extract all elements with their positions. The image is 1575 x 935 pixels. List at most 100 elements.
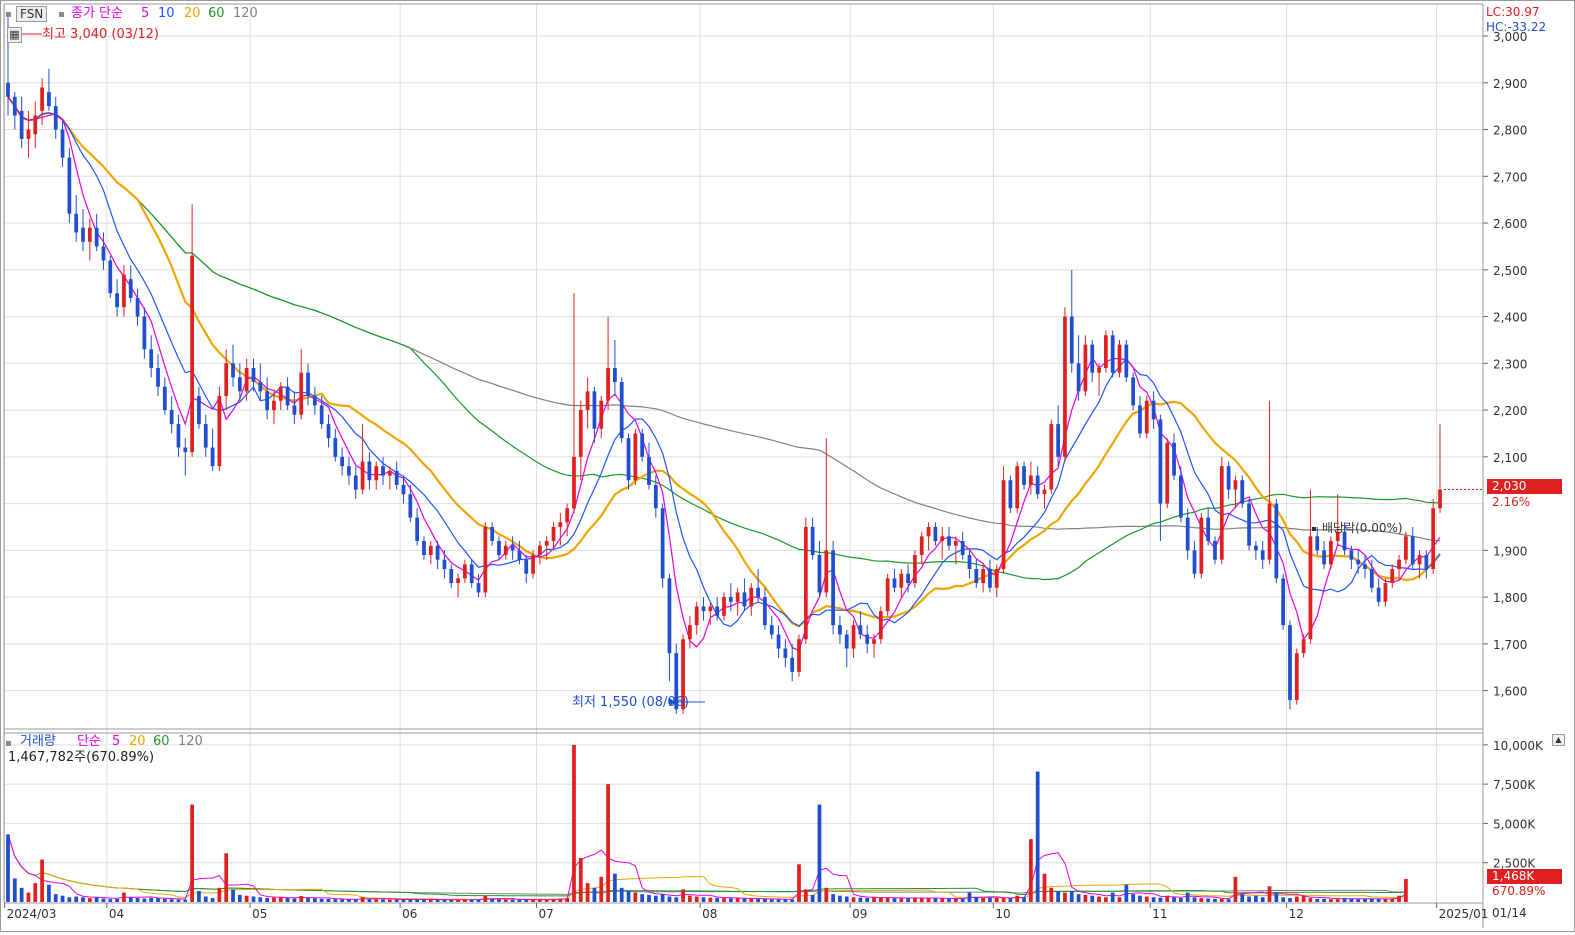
volume-bar [1356, 899, 1361, 902]
volume-bar [449, 899, 454, 902]
high-marker-label: 최고 3,040 (03/12) [42, 27, 160, 42]
volume-bar [578, 858, 583, 902]
volume-bar [688, 895, 692, 902]
candle-body [394, 470, 399, 485]
volume-bar [708, 897, 713, 902]
candle-body [1185, 517, 1190, 551]
chart-canvas[interactable]: 3,0002,9002,8002,7002,6002,5002,4002,300… [0, 0, 1575, 932]
candle-body [244, 368, 249, 392]
volume-bar [81, 897, 85, 902]
candle-body [626, 438, 631, 481]
vol-ma5-legend[interactable]: 5 [112, 734, 120, 749]
candle-body [640, 433, 645, 457]
candle-body [1206, 517, 1211, 541]
volume-bar [769, 899, 774, 902]
volume-bar [865, 897, 870, 902]
candle-body [572, 456, 576, 509]
volume-bar [1165, 895, 1170, 902]
symbol-button[interactable]: FSN [16, 6, 48, 22]
volume-bar [401, 899, 406, 902]
volume-bar [892, 898, 897, 902]
candle-body [994, 569, 999, 588]
current-volume-ratio: 670.89% [1492, 884, 1546, 898]
candle-body [401, 484, 406, 495]
legend-toggle-icon[interactable]: ▪ [5, 7, 12, 22]
candle-body [783, 648, 788, 658]
ma10-legend[interactable]: 10 [158, 6, 175, 21]
candle-body [1431, 508, 1436, 570]
volume-bar [340, 899, 345, 902]
volume-bar [265, 897, 269, 902]
candle-body [197, 396, 201, 425]
volume-bar [878, 897, 883, 902]
candle-body [565, 508, 570, 523]
volume-bar [728, 898, 733, 902]
volume-bar [797, 864, 801, 902]
candle-body [940, 536, 945, 541]
candle-body [633, 433, 638, 481]
candle-body [299, 372, 304, 415]
candle-body [960, 540, 965, 556]
candle-body [926, 526, 931, 537]
volume-bar [428, 899, 433, 902]
volume-bar [749, 898, 754, 902]
candle-body [251, 368, 256, 383]
volume-bar [1056, 891, 1061, 902]
volume-bar [1172, 897, 1176, 902]
candle-body [360, 461, 365, 490]
volume-bar [74, 896, 79, 902]
volume-bar [463, 899, 467, 902]
panel-collapse-icon[interactable]: ▲ [1552, 734, 1565, 746]
candle-body [456, 578, 460, 584]
volume-bar [415, 899, 420, 902]
ma20-legend[interactable]: 20 [184, 6, 201, 21]
candle-body [367, 461, 372, 481]
candle-body [231, 363, 235, 378]
volume-bar [122, 892, 126, 902]
candle-body [1131, 377, 1136, 406]
candle-body [312, 396, 317, 406]
hc-label: HC:-33.22 [1486, 20, 1547, 34]
price-tick-label: 2,400 [1493, 311, 1527, 325]
volume-bar [1097, 896, 1101, 902]
ma60-legend[interactable]: 60 [208, 6, 225, 21]
table-grid-icon[interactable]: ▦ [7, 27, 22, 43]
candle-body [1056, 424, 1061, 457]
candle-body [1008, 480, 1013, 509]
ma120-legend[interactable]: 120 [233, 6, 258, 21]
volume-bar [422, 899, 426, 902]
volume-bar [26, 892, 31, 902]
volume-bar [456, 899, 460, 902]
candle-body [1165, 442, 1170, 504]
volume-bar [6, 834, 10, 902]
price-tick-label: 1,600 [1493, 685, 1527, 699]
candle-body [899, 573, 904, 588]
candle-body [510, 545, 515, 551]
candle-body [278, 386, 283, 401]
candle-body [203, 424, 208, 448]
candle-body [756, 587, 760, 598]
candle-body [1097, 368, 1101, 373]
volume-legend-bullet-icon[interactable]: ▪ [5, 736, 12, 751]
candle-body [688, 625, 692, 640]
volume-bar [633, 892, 638, 902]
candle-body [210, 447, 215, 467]
vol-ma60-legend[interactable]: 60 [153, 734, 170, 749]
volume-bar [312, 898, 317, 902]
volume-bar [1022, 897, 1026, 902]
vol-ma20-legend[interactable]: 20 [129, 734, 146, 749]
date-tick-label: 2024/03 [7, 907, 57, 921]
candle-body [33, 115, 38, 135]
ma5-legend[interactable]: 5 [141, 6, 149, 21]
vol-ma120-legend[interactable]: 120 [178, 734, 203, 749]
candle-body [715, 606, 720, 616]
candle-body [776, 634, 781, 649]
volume-bar [817, 804, 822, 902]
price-tick-label: 2,200 [1493, 404, 1527, 418]
candle-body [974, 569, 979, 584]
volume-bar [647, 894, 651, 902]
volume-bar [940, 898, 945, 902]
volume-bar [135, 898, 140, 902]
candle-body [763, 597, 767, 626]
volume-bar [1349, 898, 1354, 902]
